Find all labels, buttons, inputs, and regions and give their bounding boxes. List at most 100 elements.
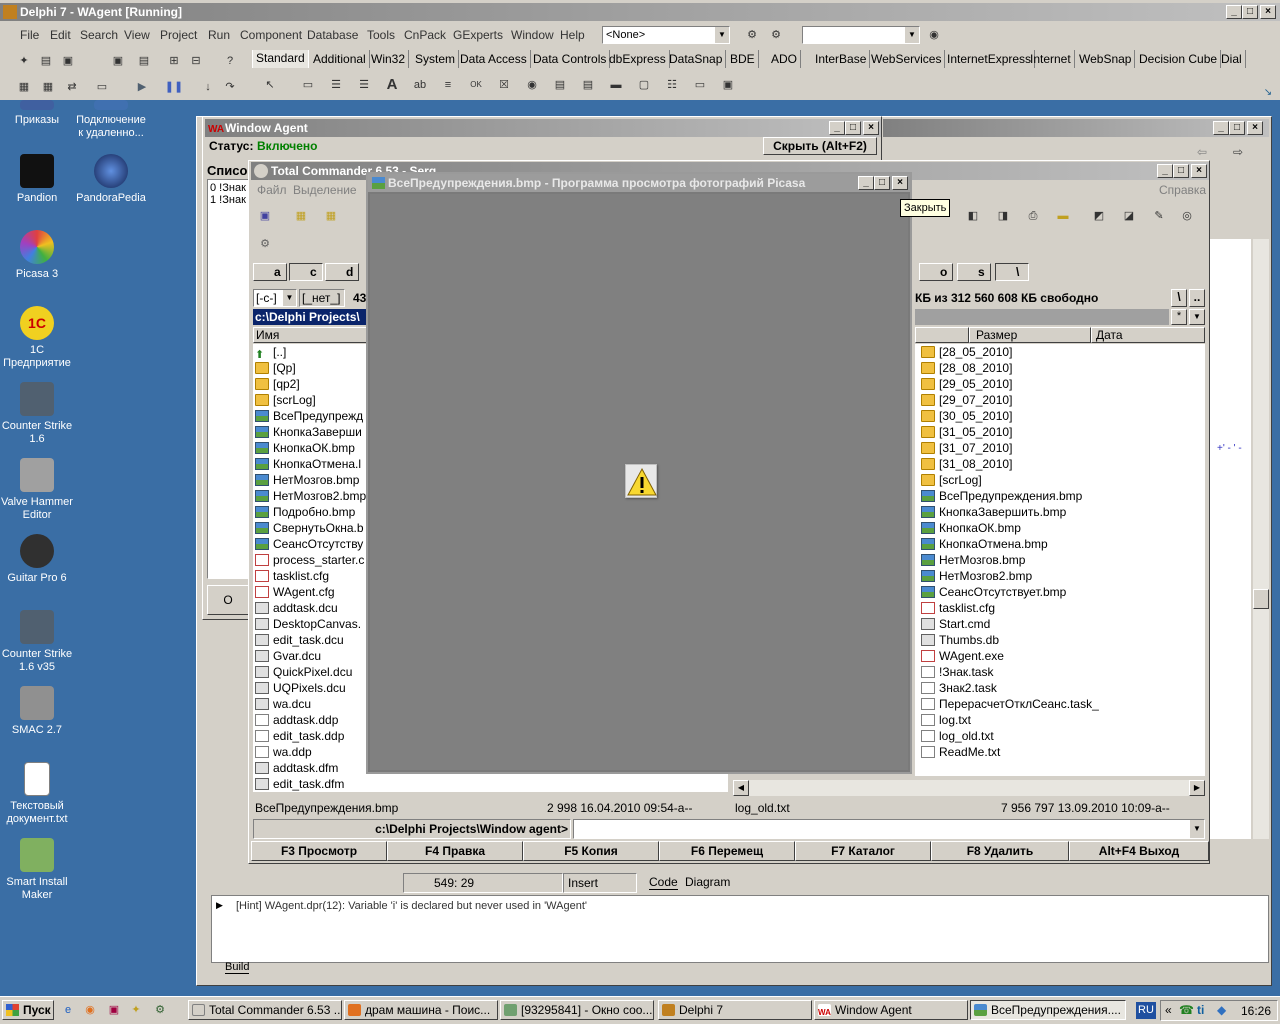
file-row[interactable]: [28_05_2010] xyxy=(919,344,1205,360)
file-row[interactable]: edit_task.dfm xyxy=(253,776,728,792)
right-hscroll[interactable]: ◀ ▶ xyxy=(733,780,1205,796)
scroll-left-button[interactable]: ◀ xyxy=(733,780,749,796)
menu-window[interactable]: Window xyxy=(511,25,554,45)
image-area[interactable] xyxy=(370,194,908,770)
file-row[interactable]: !Знак.task xyxy=(919,664,1205,680)
edit-icon[interactable]: ab xyxy=(410,76,430,94)
file-row[interactable]: log.txt xyxy=(919,712,1205,728)
right-col-size-header[interactable]: Размер xyxy=(969,327,1091,343)
task-list[interactable]: 0 !Знак 1 !Знак xyxy=(207,179,249,579)
save-icon[interactable]: ▣ xyxy=(58,52,78,70)
toolbar-icon[interactable]: ⚙ xyxy=(742,26,762,44)
view-form-icon[interactable]: ▦ xyxy=(38,78,58,96)
minimize-button[interactable]: _ xyxy=(858,176,874,190)
file-row[interactable]: Знак2.task xyxy=(919,680,1205,696)
picasa-title-bar[interactable]: ВсеПредупреждения.bmp - Программа просмо… xyxy=(368,174,910,192)
menu-component[interactable]: Component xyxy=(240,25,302,45)
file-row[interactable]: Thumbs.db xyxy=(919,632,1205,648)
task-browser[interactable]: драм машина - Поис... xyxy=(344,1000,498,1020)
file-row[interactable]: [29_07_2010] xyxy=(919,392,1205,408)
tray-icon[interactable]: ◆ xyxy=(1217,1003,1226,1017)
palette-tab[interactable]: Additional xyxy=(310,50,370,68)
app-icon[interactable]: ⚙ xyxy=(150,1001,170,1019)
ok-button[interactable]: О xyxy=(207,585,249,615)
task-window-agent[interactable]: WA Window Agent xyxy=(814,1000,968,1020)
toolbar-icon[interactable]: ◩ xyxy=(1089,207,1109,225)
menu-database[interactable]: Database xyxy=(307,25,358,45)
open-icon[interactable]: ▤ xyxy=(36,52,56,70)
toolbar-icon[interactable]: ✎ xyxy=(1149,207,1169,225)
drive-combo[interactable]: [-c-] ▼ xyxy=(253,289,297,307)
file-row[interactable]: ReadMe.txt xyxy=(919,744,1205,760)
radiogroup-icon[interactable]: ☷ xyxy=(662,76,682,94)
file-row[interactable]: Start.cmd xyxy=(919,616,1205,632)
ie-icon[interactable]: e xyxy=(58,1001,78,1019)
task-total-commander[interactable]: Total Commander 6.53 ... xyxy=(188,1000,342,1020)
toolbar-icon[interactable]: ◨ xyxy=(993,207,1013,225)
altf4-exit-button[interactable]: Alt+F4 Выход xyxy=(1069,841,1209,861)
firefox-icon[interactable]: ◉ xyxy=(80,1001,100,1019)
file-row[interactable]: [scrLog] xyxy=(919,472,1205,488)
tray-icon[interactable]: ti xyxy=(1197,1003,1204,1017)
left-path-bar[interactable]: c:\Delphi Projects\ xyxy=(253,309,367,325)
radiobutton-icon[interactable]: ◉ xyxy=(522,76,542,94)
delphi-title-bar[interactable]: Delphi 7 - WAgent [Running] _ □ × xyxy=(0,3,1280,21)
listbox-icon[interactable]: ▤ xyxy=(550,76,570,94)
palette-tab[interactable]: InterBase xyxy=(812,50,871,68)
refresh-icon[interactable]: ▣ xyxy=(255,207,275,225)
pause-icon[interactable]: ❚❚ xyxy=(164,78,184,96)
toolbar-icon[interactable]: ⚙ xyxy=(766,26,786,44)
combobox-icon[interactable]: ▤ xyxy=(578,76,598,94)
globe-icon[interactable]: ◉ xyxy=(924,26,944,44)
run-icon[interactable]: ▶ xyxy=(132,78,152,96)
palette-tab[interactable]: Data Controls xyxy=(530,50,611,68)
menu-cnpack[interactable]: CnPack xyxy=(404,25,446,45)
file-row[interactable]: [30_05_2010] xyxy=(919,408,1205,424)
palette-tab[interactable]: WebSnap xyxy=(1076,50,1136,68)
tab-build[interactable]: Build xyxy=(225,961,250,974)
close-button[interactable]: × xyxy=(892,176,908,190)
file-row[interactable]: ПерерасчетОтклСеанс.task_ xyxy=(919,696,1205,712)
editor-vscroll[interactable] xyxy=(1253,239,1269,839)
chevron-left-icon[interactable]: « xyxy=(1165,1003,1172,1017)
desktop-icon-1c[interactable]: 1С 1С Предприятие xyxy=(0,306,74,370)
close-button[interactable]: × xyxy=(1247,121,1263,135)
window-agent-title-bar[interactable]: WA Window Agent _ □ × xyxy=(205,119,881,137)
checkbox-icon[interactable]: ☒ xyxy=(494,76,514,94)
tc-menu-help[interactable]: Справка xyxy=(1159,183,1206,197)
palette-tab[interactable]: dbExpress xyxy=(606,50,670,68)
toolbar-icon[interactable]: ◪ xyxy=(1119,207,1139,225)
desktop-icon-smac[interactable]: SMAC 2.7 xyxy=(0,686,74,737)
palette-tab[interactable]: System xyxy=(412,50,460,68)
search-combo[interactable]: ▼ xyxy=(802,26,920,44)
file-row[interactable]: НетМозгов2.bmp xyxy=(919,568,1205,584)
view-unit-icon[interactable]: ▦ xyxy=(14,78,34,96)
drive-button-c[interactable]: c xyxy=(289,263,323,281)
f5-copy-button[interactable]: F5 Копия xyxy=(523,841,659,861)
desktop-icon-cs16[interactable]: Counter Strike 1.6 xyxy=(0,382,74,446)
menu-run[interactable]: Run xyxy=(208,25,230,45)
toolbar-icon[interactable]: ◎ xyxy=(1177,207,1197,225)
actionlist-icon[interactable]: ▣ xyxy=(718,76,738,94)
desktop-icon-prikazy[interactable]: Приказы xyxy=(0,100,74,127)
popupmenu-icon[interactable]: ☰ xyxy=(354,76,374,94)
desktop-icon-pandorapedia[interactable]: PandoraPedia xyxy=(74,154,148,205)
mainmenu-icon[interactable]: ☰ xyxy=(326,76,346,94)
menu-gexperts[interactable]: GExperts xyxy=(453,25,503,45)
file-row[interactable]: [31_08_2010] xyxy=(919,456,1205,472)
desktop-icon-remote[interactable]: Подключение к удаленно... xyxy=(74,100,148,140)
history-button[interactable]: * xyxy=(1171,309,1187,325)
parent-button[interactable]: .. xyxy=(1189,289,1205,307)
right-col-date-header[interactable]: Дата xyxy=(1091,327,1205,343)
list-item[interactable]: 1 !Знак xyxy=(210,194,246,206)
palette-tab[interactable]: Standard xyxy=(252,50,309,68)
scrollbar-icon[interactable]: ▬ xyxy=(606,76,626,94)
button-icon[interactable]: OK xyxy=(466,76,486,94)
open-project-icon[interactable]: ▤ xyxy=(134,52,154,70)
file-row[interactable]: WAgent.exe xyxy=(919,648,1205,664)
menu-view[interactable]: View xyxy=(124,25,150,45)
menu-tools[interactable]: Tools xyxy=(367,25,395,45)
toolbar-icon[interactable]: ◧ xyxy=(963,207,983,225)
expand-arrow-icon[interactable]: ▶ xyxy=(216,900,223,911)
new-icon[interactable]: ✦ xyxy=(14,52,34,70)
